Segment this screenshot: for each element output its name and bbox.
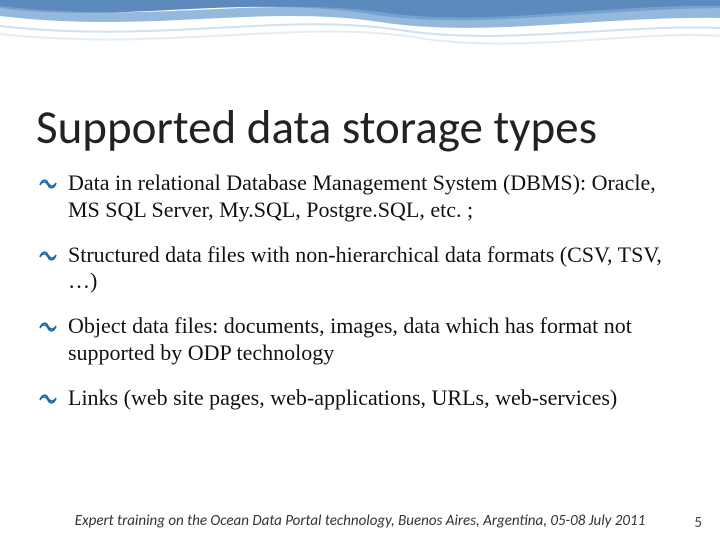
list-item-text: Structured data files with non-hierarchi… [68, 242, 662, 294]
scribble-bullet-icon [38, 175, 58, 191]
list-item: Object data files: documents, images, da… [40, 313, 684, 367]
list-item-text: Object data files: documents, images, da… [68, 313, 632, 365]
bullet-list: Data in relational Database Management S… [40, 170, 684, 412]
list-item: Data in relational Database Management S… [40, 170, 684, 224]
page-number: 5 [694, 514, 702, 532]
scribble-bullet-icon [38, 318, 58, 334]
scribble-bullet-icon [38, 390, 58, 406]
footer-text: Expert training on the Ocean Data Portal… [0, 512, 720, 530]
list-item: Structured data files with non-hierarchi… [40, 242, 684, 296]
scribble-bullet-icon [38, 247, 58, 263]
list-item: Links (web site pages, web-applications,… [40, 385, 684, 412]
list-item-text: Data in relational Database Management S… [68, 170, 656, 222]
slide-title: Supported data storage types [36, 98, 720, 156]
header-decorative-wave [0, 0, 720, 80]
list-item-text: Links (web site pages, web-applications,… [68, 385, 617, 410]
